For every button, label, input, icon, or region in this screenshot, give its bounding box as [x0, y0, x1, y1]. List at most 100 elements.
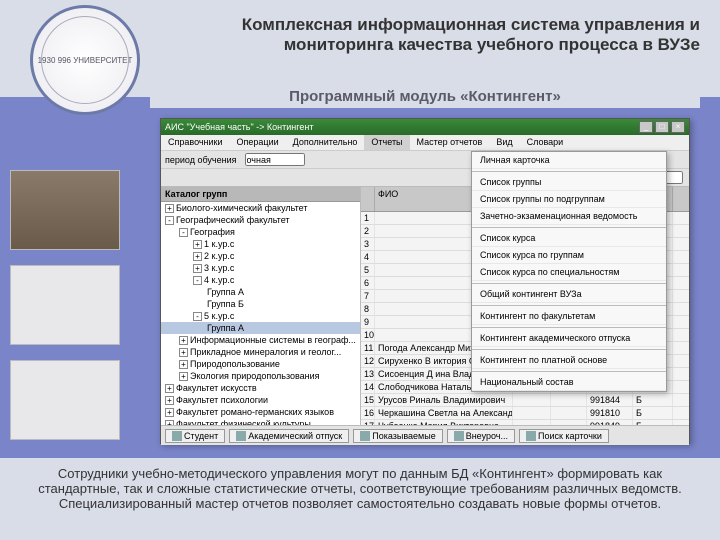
tree-toggle-icon[interactable]: +: [179, 348, 188, 357]
button-label: Показываемые: [372, 431, 435, 441]
table-row[interactable]: 16Черкашина Светла на Александровна99181…: [361, 407, 689, 420]
tree-toggle-icon[interactable]: +: [193, 264, 202, 273]
bottom-button[interactable]: Академический отпуск: [229, 429, 349, 443]
submenu-item[interactable]: Список курса по группам: [472, 247, 666, 264]
submenu-item[interactable]: Список группы по подгруппам: [472, 191, 666, 208]
submenu-item[interactable]: Список группы: [472, 174, 666, 191]
tree-toggle-icon[interactable]: +: [193, 240, 202, 249]
tree-node[interactable]: +2 к.ур.с: [161, 250, 360, 262]
tree-node-label: Факультет психологии: [176, 395, 268, 405]
tree-node-label: Группа Б: [207, 299, 244, 309]
menu-дополнительно[interactable]: Дополнительно: [286, 135, 365, 150]
submenu-item[interactable]: Личная карточка: [472, 152, 666, 169]
tree-node-label: Группа А: [207, 323, 244, 333]
submenu-item[interactable]: Общий контингент ВУЗа: [472, 286, 666, 303]
menu-операции[interactable]: Операции: [230, 135, 286, 150]
tree-toggle-icon[interactable]: +: [179, 372, 188, 381]
tree-toggle-icon[interactable]: +: [165, 396, 174, 405]
cell: 2: [361, 225, 375, 237]
table-row[interactable]: 17Чубаенко Мария Викторовна991849Б: [361, 420, 689, 425]
tree-node[interactable]: +Экология природопользования: [161, 370, 360, 382]
tree-node[interactable]: Группа Б: [161, 298, 360, 310]
titlebar[interactable]: АИС "Учебная часть" -> Контингент _ □ ×: [161, 119, 689, 135]
menu-separator: [472, 305, 666, 306]
menu-справочники[interactable]: Справочники: [161, 135, 230, 150]
tree-node-label: Информационные системы в географ...: [190, 335, 356, 345]
tree-node-label: Факультет романо-германских языков: [176, 407, 334, 417]
tree[interactable]: +Биолого-химический факультет-Географиче…: [161, 202, 360, 425]
tree-toggle-icon[interactable]: +: [165, 420, 174, 425]
tree-toggle-icon[interactable]: +: [165, 204, 174, 213]
tree-node[interactable]: -5 к.ур.с: [161, 310, 360, 322]
tree-toggle-icon[interactable]: +: [165, 408, 174, 417]
grid-col-header[interactable]: [361, 187, 375, 211]
button-label: Студент: [184, 431, 218, 441]
tree-toggle-icon[interactable]: +: [179, 360, 188, 369]
cell: 991849: [587, 420, 633, 425]
submenu-item[interactable]: Список курса по специальностям: [472, 264, 666, 281]
period-input[interactable]: [245, 153, 305, 166]
tree-node-label: 1 к.ур.с: [204, 239, 234, 249]
tree-node[interactable]: +Информационные системы в географ...: [161, 334, 360, 346]
submenu-item[interactable]: Национальный состав: [472, 374, 666, 391]
reports-submenu[interactable]: Личная карточка Список группыСписок групп…: [471, 151, 667, 392]
maximize-button[interactable]: □: [655, 121, 669, 133]
minimize-button[interactable]: _: [639, 121, 653, 133]
tree-toggle-icon[interactable]: -: [179, 228, 188, 237]
bottom-button[interactable]: Внеуроч...: [447, 429, 515, 443]
tree-node[interactable]: +1 к.ур.с: [161, 238, 360, 250]
tree-node[interactable]: +Прикладное минералогия и геолог...: [161, 346, 360, 358]
footer-text: Сотрудники учебно-методического управлен…: [0, 458, 720, 540]
tree-node[interactable]: Группа А: [161, 322, 360, 334]
cell: [551, 394, 587, 406]
tree-node[interactable]: -4 к.ур.с: [161, 274, 360, 286]
cell: 5: [361, 264, 375, 276]
tree-node[interactable]: Группа А: [161, 286, 360, 298]
tree-node-label: Биолого-химический факультет: [176, 203, 307, 213]
menu-отчеты[interactable]: Отчеты: [364, 135, 409, 150]
tree-toggle-icon[interactable]: -: [165, 216, 174, 225]
tree-node[interactable]: +Факультет романо-германских языков: [161, 406, 360, 418]
tree-toggle-icon[interactable]: +: [165, 384, 174, 393]
tree-toggle-icon[interactable]: +: [179, 336, 188, 345]
bottom-button[interactable]: Поиск карточки: [519, 429, 609, 443]
cell: Урусов Риналь Владимирович: [375, 394, 513, 406]
tree-node[interactable]: -География: [161, 226, 360, 238]
menu-вид[interactable]: Вид: [489, 135, 519, 150]
menubar: СправочникиОперацииДополнительноОтчетыМа…: [161, 135, 689, 151]
cell: 3: [361, 238, 375, 250]
tree-node[interactable]: +Факультет психологии: [161, 394, 360, 406]
bottom-button[interactable]: Показываемые: [353, 429, 442, 443]
close-button[interactable]: ×: [671, 121, 685, 133]
submenu-item[interactable]: Список курса: [472, 230, 666, 247]
tree-node[interactable]: -Географический факультет: [161, 214, 360, 226]
submenu-item[interactable]: Зачетно-экзаменационная ведомость: [472, 208, 666, 225]
submenu-item[interactable]: Контингент академического отпуска: [472, 330, 666, 347]
tree-node[interactable]: +Природопользование: [161, 358, 360, 370]
menu-словари[interactable]: Словари: [520, 135, 571, 150]
cell: 15: [361, 394, 375, 406]
submenu-item[interactable]: Контингент по факультетам: [472, 308, 666, 325]
tree-node[interactable]: +Факультет физической культуры: [161, 418, 360, 425]
cell: 16: [361, 407, 375, 419]
university-emblem: 1930 996 УНИВЕРСИТЕТ: [30, 5, 140, 115]
table-row[interactable]: 15Урусов Риналь Владимирович991844Б: [361, 394, 689, 407]
tree-toggle-icon[interactable]: -: [193, 276, 202, 285]
tree-node[interactable]: +3 к.ур.с: [161, 262, 360, 274]
button-icon: [236, 431, 246, 441]
tree-node-label: 3 к.ур.с: [204, 263, 234, 273]
tree-node[interactable]: +Факультет искусств: [161, 382, 360, 394]
cell: Чубаенко Мария Викторовна: [375, 420, 513, 425]
menu-мастер отчетов[interactable]: Мастер отчетов: [410, 135, 490, 150]
tree-toggle-icon[interactable]: +: [193, 252, 202, 261]
menu-separator: [472, 283, 666, 284]
cell: [551, 420, 587, 425]
submenu-item[interactable]: Контингент по платной основе: [472, 352, 666, 369]
menu-separator: [472, 227, 666, 228]
tree-toggle-icon[interactable]: -: [193, 312, 202, 321]
button-icon: [526, 431, 536, 441]
button-icon: [360, 431, 370, 441]
tree-node[interactable]: +Биолого-химический факультет: [161, 202, 360, 214]
bottom-button[interactable]: Студент: [165, 429, 225, 443]
emblem-text: 1930 996 УНИВЕРСИТЕТ: [38, 56, 133, 65]
